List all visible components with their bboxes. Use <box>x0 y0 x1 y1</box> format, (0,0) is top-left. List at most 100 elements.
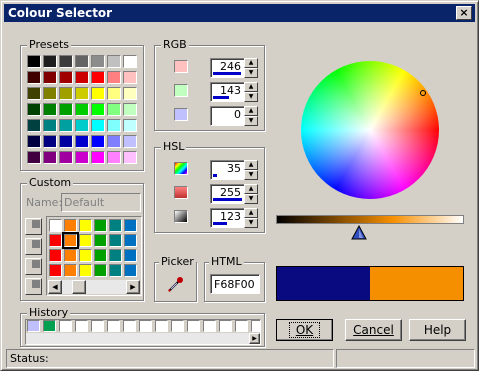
custom-swatch[interactable] <box>124 249 137 262</box>
preset-swatch[interactable] <box>43 135 57 148</box>
preset-swatch[interactable] <box>59 71 73 84</box>
preset-swatch[interactable] <box>27 55 41 68</box>
history-swatch[interactable] <box>235 320 248 332</box>
hue-field[interactable]: 35 <box>210 160 245 180</box>
custom-swatch[interactable] <box>49 219 62 232</box>
history-swatch[interactable] <box>203 320 216 332</box>
preset-swatch[interactable] <box>107 119 121 132</box>
saturation-spin-up[interactable]: ▲ <box>244 184 258 194</box>
eyedropper-icon[interactable] <box>167 275 185 293</box>
history-scrollbar[interactable]: ▶ <box>26 333 260 344</box>
custom-swatch[interactable] <box>79 234 92 247</box>
custom-name-field[interactable]: Default <box>61 193 141 212</box>
preset-swatch[interactable] <box>43 71 57 84</box>
green-spin-down[interactable]: ▼ <box>244 92 258 102</box>
blue-field[interactable]: 0 <box>210 106 245 126</box>
preset-swatch[interactable] <box>107 151 121 164</box>
preset-swatch[interactable] <box>107 103 121 116</box>
preset-swatch[interactable] <box>123 71 137 84</box>
preset-swatch[interactable] <box>27 103 41 116</box>
history-swatch[interactable] <box>43 320 56 332</box>
preset-swatch[interactable] <box>75 103 89 116</box>
custom-swatch[interactable] <box>49 249 62 262</box>
hue-spin-up[interactable]: ▲ <box>244 160 258 170</box>
lightness-field[interactable]: 123 <box>210 208 245 228</box>
preset-swatch[interactable] <box>59 135 73 148</box>
custom-swatch[interactable] <box>49 234 62 247</box>
custom-swatch[interactable] <box>79 249 92 262</box>
green-field[interactable]: 143 <box>210 82 245 102</box>
scroll-right-button[interactable]: ▶ <box>126 280 140 294</box>
preset-swatch[interactable] <box>59 55 73 68</box>
history-swatch[interactable] <box>171 320 184 332</box>
preset-swatch[interactable] <box>75 71 89 84</box>
custom-tool-button[interactable] <box>25 278 42 295</box>
preset-swatch[interactable] <box>91 55 105 68</box>
custom-swatch[interactable] <box>64 249 77 262</box>
red-spinner[interactable]: ▲ ▼ <box>244 58 258 78</box>
history-swatch[interactable] <box>123 320 136 332</box>
html-hex-field[interactable]: F68F00 <box>210 274 260 294</box>
preset-swatch[interactable] <box>91 103 105 116</box>
preset-swatch[interactable] <box>91 151 105 164</box>
custom-swatch[interactable] <box>109 234 122 247</box>
history-swatch[interactable] <box>251 320 260 332</box>
custom-swatch[interactable] <box>94 234 107 247</box>
cancel-button[interactable]: Cancel <box>345 319 402 341</box>
green-spin-up[interactable]: ▲ <box>244 82 258 92</box>
lightness-spin-up[interactable]: ▲ <box>244 208 258 218</box>
custom-swatch[interactable] <box>62 232 79 249</box>
preset-swatch[interactable] <box>27 119 41 132</box>
preset-swatch[interactable] <box>123 135 137 148</box>
preset-swatch[interactable] <box>107 71 121 84</box>
custom-tool-button[interactable] <box>25 238 42 255</box>
hue-spin-down[interactable]: ▼ <box>244 170 258 180</box>
scroll-thumb[interactable] <box>72 280 86 294</box>
preset-swatch[interactable] <box>123 87 137 100</box>
preset-swatch[interactable] <box>123 119 137 132</box>
saturation-field[interactable]: 255 <box>210 184 245 204</box>
help-button[interactable]: Help <box>409 319 466 341</box>
custom-swatch[interactable] <box>124 219 137 232</box>
preset-swatch[interactable] <box>75 87 89 100</box>
history-swatch[interactable] <box>107 320 120 332</box>
saturation-spin-down[interactable]: ▼ <box>244 194 258 204</box>
preset-swatch[interactable] <box>75 135 89 148</box>
custom-swatch[interactable] <box>94 219 107 232</box>
history-swatch[interactable] <box>91 320 104 332</box>
custom-tool-button[interactable] <box>25 218 42 235</box>
history-swatch[interactable] <box>155 320 168 332</box>
red-spin-up[interactable]: ▲ <box>244 58 258 68</box>
custom-swatch[interactable] <box>94 249 107 262</box>
blue-spin-up[interactable]: ▲ <box>244 106 258 116</box>
blue-spinner[interactable]: ▲ ▼ <box>244 106 258 126</box>
history-swatch[interactable] <box>75 320 88 332</box>
history-scroll-right-button[interactable]: ▶ <box>249 333 260 344</box>
wheel-cursor[interactable] <box>420 89 427 96</box>
scroll-left-button[interactable]: ◀ <box>48 280 62 294</box>
ok-button[interactable]: OK <box>276 319 333 341</box>
custom-swatch[interactable] <box>109 264 122 277</box>
preset-swatch[interactable] <box>107 55 121 68</box>
preset-swatch[interactable] <box>75 119 89 132</box>
history-swatch[interactable] <box>187 320 200 332</box>
preset-swatch[interactable] <box>123 55 137 68</box>
preset-swatch[interactable] <box>91 87 105 100</box>
lightness-slider-thumb[interactable] <box>351 225 368 241</box>
preset-swatch[interactable] <box>43 103 57 116</box>
custom-swatch[interactable] <box>79 219 92 232</box>
custom-swatch[interactable] <box>124 234 137 247</box>
blue-spin-down[interactable]: ▼ <box>244 116 258 126</box>
preset-swatch[interactable] <box>59 151 73 164</box>
preset-swatch[interactable] <box>75 55 89 68</box>
preset-swatch[interactable] <box>59 87 73 100</box>
lightness-gradient-bar[interactable] <box>276 215 464 224</box>
saturation-spinner[interactable]: ▲ ▼ <box>244 184 258 204</box>
preset-swatch[interactable] <box>27 71 41 84</box>
custom-swatch[interactable] <box>109 219 122 232</box>
red-field[interactable]: 246 <box>210 58 245 78</box>
preset-swatch[interactable] <box>27 135 41 148</box>
custom-swatch[interactable] <box>64 219 77 232</box>
preset-swatch[interactable] <box>43 87 57 100</box>
red-spin-down[interactable]: ▼ <box>244 68 258 78</box>
